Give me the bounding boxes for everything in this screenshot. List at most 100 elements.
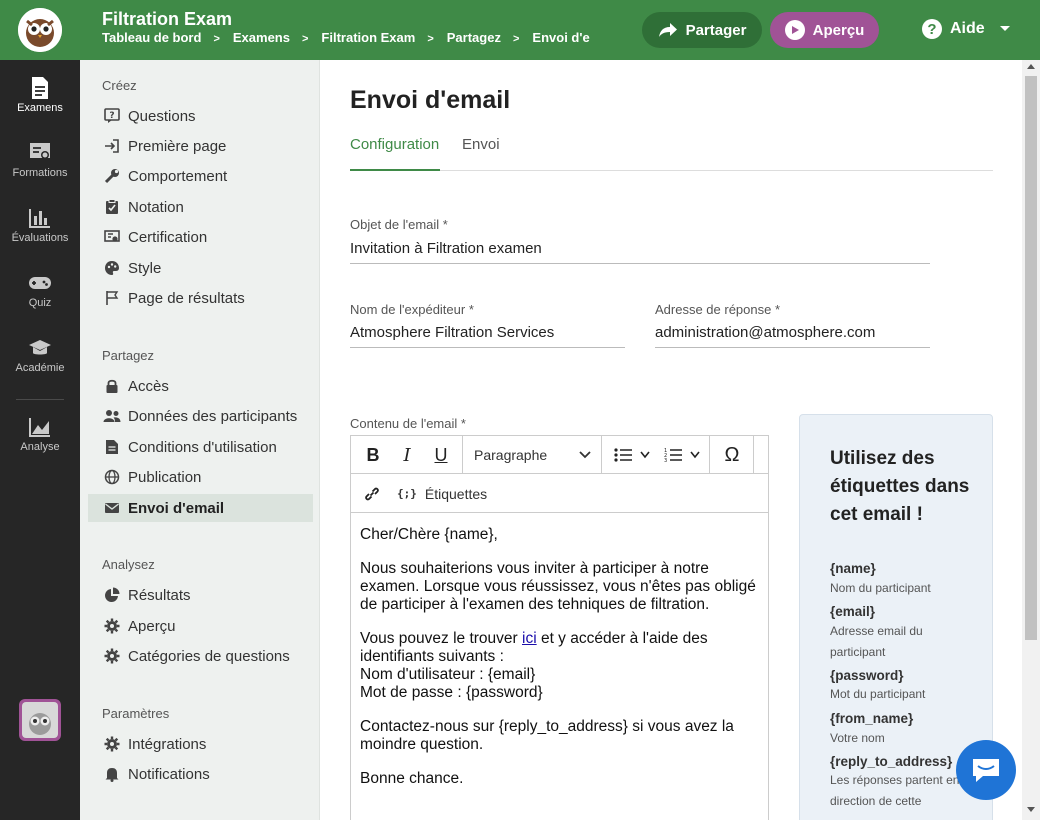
body-username-line: Nom d'utilisateur : {email} [360, 666, 536, 683]
rail-item-exams[interactable]: Examens [0, 76, 80, 132]
sign-in-icon [103, 137, 121, 155]
sidebar-item-email[interactable]: Envoi d'email [88, 494, 313, 522]
toolbar-divider [601, 436, 602, 474]
tag-description: Mot du participant [830, 687, 926, 701]
link-icon[interactable] [359, 474, 385, 513]
sidebar-item-label: Conditions d'utilisation [128, 438, 277, 456]
scroll-up-arrow-icon[interactable] [1027, 64, 1035, 69]
share-button[interactable]: Partager [642, 12, 762, 48]
tag-description: Nom du participant [830, 581, 931, 595]
editor-toolbar: B I U Paragraphe 123 Ω [351, 436, 768, 474]
rail-label: Académie [15, 362, 65, 374]
play-icon [784, 20, 805, 40]
breadcrumb-share[interactable]: Partagez [447, 30, 501, 45]
wrench-icon [103, 167, 121, 185]
scroll-down-arrow-icon[interactable] [1027, 807, 1035, 812]
section-title-share: Partagez [102, 348, 155, 363]
preview-button[interactable]: Aperçu [770, 12, 879, 48]
bar-chart-icon [29, 209, 50, 228]
help-menu[interactable]: ? Aide [922, 19, 1011, 39]
body-text: Vous pouvez le trouver [360, 630, 522, 647]
sidebar-item-notifications[interactable]: Notifications [88, 760, 313, 788]
subject-label: Objet de l'email * [350, 217, 448, 232]
sidebar-item-integrations[interactable]: Intégrations [88, 730, 313, 758]
breadcrumb-dashboard[interactable]: Tableau de bord [102, 30, 201, 45]
rail-item-trainings[interactable]: Formations [0, 141, 80, 197]
sidebar-item-terms[interactable]: Conditions d'utilisation [88, 433, 313, 461]
email-body[interactable]: Cher/Chère {name}, Nous souhaiterions vo… [360, 526, 760, 804]
owl-logo-icon[interactable] [18, 8, 62, 52]
body-link[interactable]: ici [522, 630, 537, 647]
chevron-right-icon: > [301, 33, 309, 45]
underline-icon[interactable]: U [425, 436, 457, 474]
sidebar-item-label: Notifications [128, 765, 210, 783]
reply-address-input[interactable] [655, 318, 930, 348]
help-label: Aide [950, 20, 985, 37]
tab-configuration[interactable]: Configuration [350, 136, 440, 171]
breadcrumb-exam[interactable]: Filtration Exam [321, 30, 415, 45]
sidebar-item-label: Données des participants [128, 407, 298, 425]
bold-icon[interactable]: B [357, 436, 389, 474]
chat-bubble-icon [973, 759, 999, 782]
pie-chart-icon [103, 586, 121, 604]
body-paragraph-2: Vous pouvez le trouver ici et y accéder … [360, 630, 760, 702]
tag-reply-to-address: {reply_to_address} [830, 754, 953, 769]
sidebar-item-label: Accès [128, 377, 169, 395]
sidebar-item-certification[interactable]: Certification [88, 223, 313, 251]
share-arrow-icon [658, 23, 677, 37]
scroll-thumb[interactable] [1025, 76, 1037, 640]
toolbar-divider [709, 436, 710, 474]
paragraph-select[interactable]: Paragraphe [463, 436, 601, 474]
rail-item-academy[interactable]: Académie [0, 336, 80, 392]
sidebar-item-behavior[interactable]: Comportement [88, 162, 313, 190]
toolbar-divider [753, 436, 754, 474]
rail-item-quiz[interactable]: Quiz [0, 271, 80, 327]
rail-item-analysis[interactable]: Analyse [0, 415, 80, 471]
sidebar-item-style[interactable]: Style [88, 254, 313, 282]
sender-name-input[interactable] [350, 318, 625, 348]
italic-icon[interactable]: I [391, 436, 423, 474]
bullet-list-icon[interactable] [609, 436, 657, 474]
sidebar-item-question-categories[interactable]: Catégories de questions [88, 642, 313, 670]
sidebar-item-grading[interactable]: Notation [88, 193, 313, 221]
sidebar-item-publication[interactable]: Publication [88, 463, 313, 491]
envelope-icon [103, 499, 121, 517]
section-title-create: Créez [102, 78, 137, 93]
sidebar-item-participant-data[interactable]: Données des participants [88, 402, 313, 430]
labels-button[interactable]: {;} Étiquettes [397, 474, 487, 513]
sidebar-item-questions[interactable]: ? Questions [88, 102, 313, 130]
editor-toolbar-secondary: {;} Étiquettes [351, 474, 768, 513]
sidebar-item-access[interactable]: Accès [88, 372, 313, 400]
rail-divider [16, 399, 64, 400]
sidebar-item-label: Questions [128, 107, 196, 125]
chevron-right-icon: > [213, 33, 220, 45]
chevron-down-icon [579, 451, 591, 459]
gear-icon [103, 617, 121, 635]
sidebar-item-label: Catégories de questions [128, 647, 290, 665]
subject-input[interactable] [350, 234, 930, 264]
user-avatar[interactable] [19, 699, 61, 741]
sidebar-item-overview[interactable]: Aperçu [88, 612, 313, 640]
chat-button[interactable] [956, 740, 1016, 800]
breadcrumb-exams[interactable]: Examens [233, 30, 290, 45]
tag-description: Votre nom [830, 731, 885, 745]
body-greeting: Cher/Chère {name}, [360, 526, 498, 543]
sidebar-item-label: Comportement [128, 167, 228, 185]
graduation-cap-icon [29, 340, 51, 355]
sidebar-item-results-page[interactable]: Page de résultats [88, 284, 313, 312]
breadcrumb-email: Envoi d'email [532, 30, 590, 45]
rail-item-evaluations[interactable]: Évaluations [0, 206, 80, 262]
document-icon [32, 77, 48, 99]
sidebar-item-label: Envoi d'email [128, 499, 225, 517]
paragraph-select-value: Paragraphe [474, 447, 548, 463]
page-scrollbar[interactable] [1022, 60, 1040, 820]
special-character-icon[interactable]: Ω [713, 436, 751, 474]
rail-label: Évaluations [11, 232, 69, 244]
numbered-list-icon[interactable]: 123 [659, 436, 709, 474]
tag-description: Adresse email du participant [830, 624, 923, 659]
sidebar-item-results[interactable]: Résultats [88, 581, 313, 609]
rail-label: Analyse [20, 441, 60, 453]
rail-label: Examens [17, 102, 63, 114]
sidebar-item-first-page[interactable]: Première page [88, 132, 313, 160]
tab-send[interactable]: Envoi [462, 136, 500, 171]
